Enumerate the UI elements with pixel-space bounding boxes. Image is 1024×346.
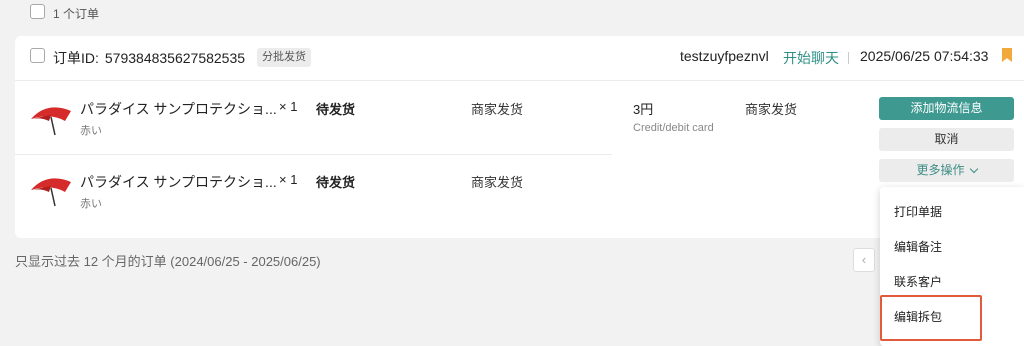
red-umbrella-image	[27, 170, 75, 210]
product-name[interactable]: パラダイス サンプロテクショ...	[80, 172, 277, 192]
order-id-value: 579384835627582535	[104, 50, 246, 66]
split-shipment-tag: 分批发货	[257, 48, 311, 67]
order-checkbox[interactable]	[30, 48, 45, 63]
order-id: 订单ID: 579384835627582535	[53, 48, 245, 68]
buyer-username: testzuyfpeznvl	[680, 48, 769, 64]
product-quantity: × 1	[279, 172, 298, 187]
selected-order-count: 1 个订单	[53, 7, 100, 21]
more-actions-button[interactable]: 更多操作	[879, 159, 1014, 182]
item-divider-line	[15, 154, 612, 155]
menu-item-print-documents[interactable]: 打印单据	[894, 203, 942, 220]
order-status: 待发货	[316, 102, 356, 117]
start-chat-link[interactable]: 开始聊天	[783, 48, 839, 68]
product-variant: 赤い	[80, 125, 102, 137]
product-quantity: × 1	[279, 99, 298, 114]
order-status: 待发货	[316, 175, 356, 190]
header-divider-line	[15, 80, 1024, 81]
header-divider	[848, 52, 849, 64]
fulfillment-type: 商家发货	[745, 102, 798, 117]
order-price: 3円	[633, 102, 654, 117]
product-variant: 赤い	[80, 198, 102, 210]
chevron-down-icon	[969, 164, 978, 174]
red-umbrella-image	[27, 99, 75, 139]
menu-item-contact-customer[interactable]: 联系客户	[894, 273, 942, 290]
shipping-method: 商家发货	[471, 175, 524, 190]
product-name[interactable]: パラダイス サンプロテクショ...	[80, 99, 277, 119]
add-tracking-info-button[interactable]: 添加物流信息	[879, 97, 1014, 120]
highlight-box	[880, 295, 982, 341]
order-datetime: 2025/06/25 07:54:33	[860, 48, 989, 64]
select-all-checkbox[interactable]	[30, 4, 45, 19]
order-range-note: 只显示过去 12 个月的订单 (2024/06/25 - 2025/06/25)	[15, 254, 321, 269]
shipping-method: 商家发货	[471, 102, 524, 117]
more-actions-label: 更多操作	[916, 163, 965, 177]
chevron-left-icon[interactable]: ‹	[853, 248, 875, 272]
order-id-label: 订单ID:	[53, 50, 99, 66]
menu-item-edit-notes[interactable]: 编辑备注	[894, 238, 942, 255]
payment-method: Credit/debit card	[633, 122, 714, 134]
cancel-order-button[interactable]: 取消	[879, 128, 1014, 151]
